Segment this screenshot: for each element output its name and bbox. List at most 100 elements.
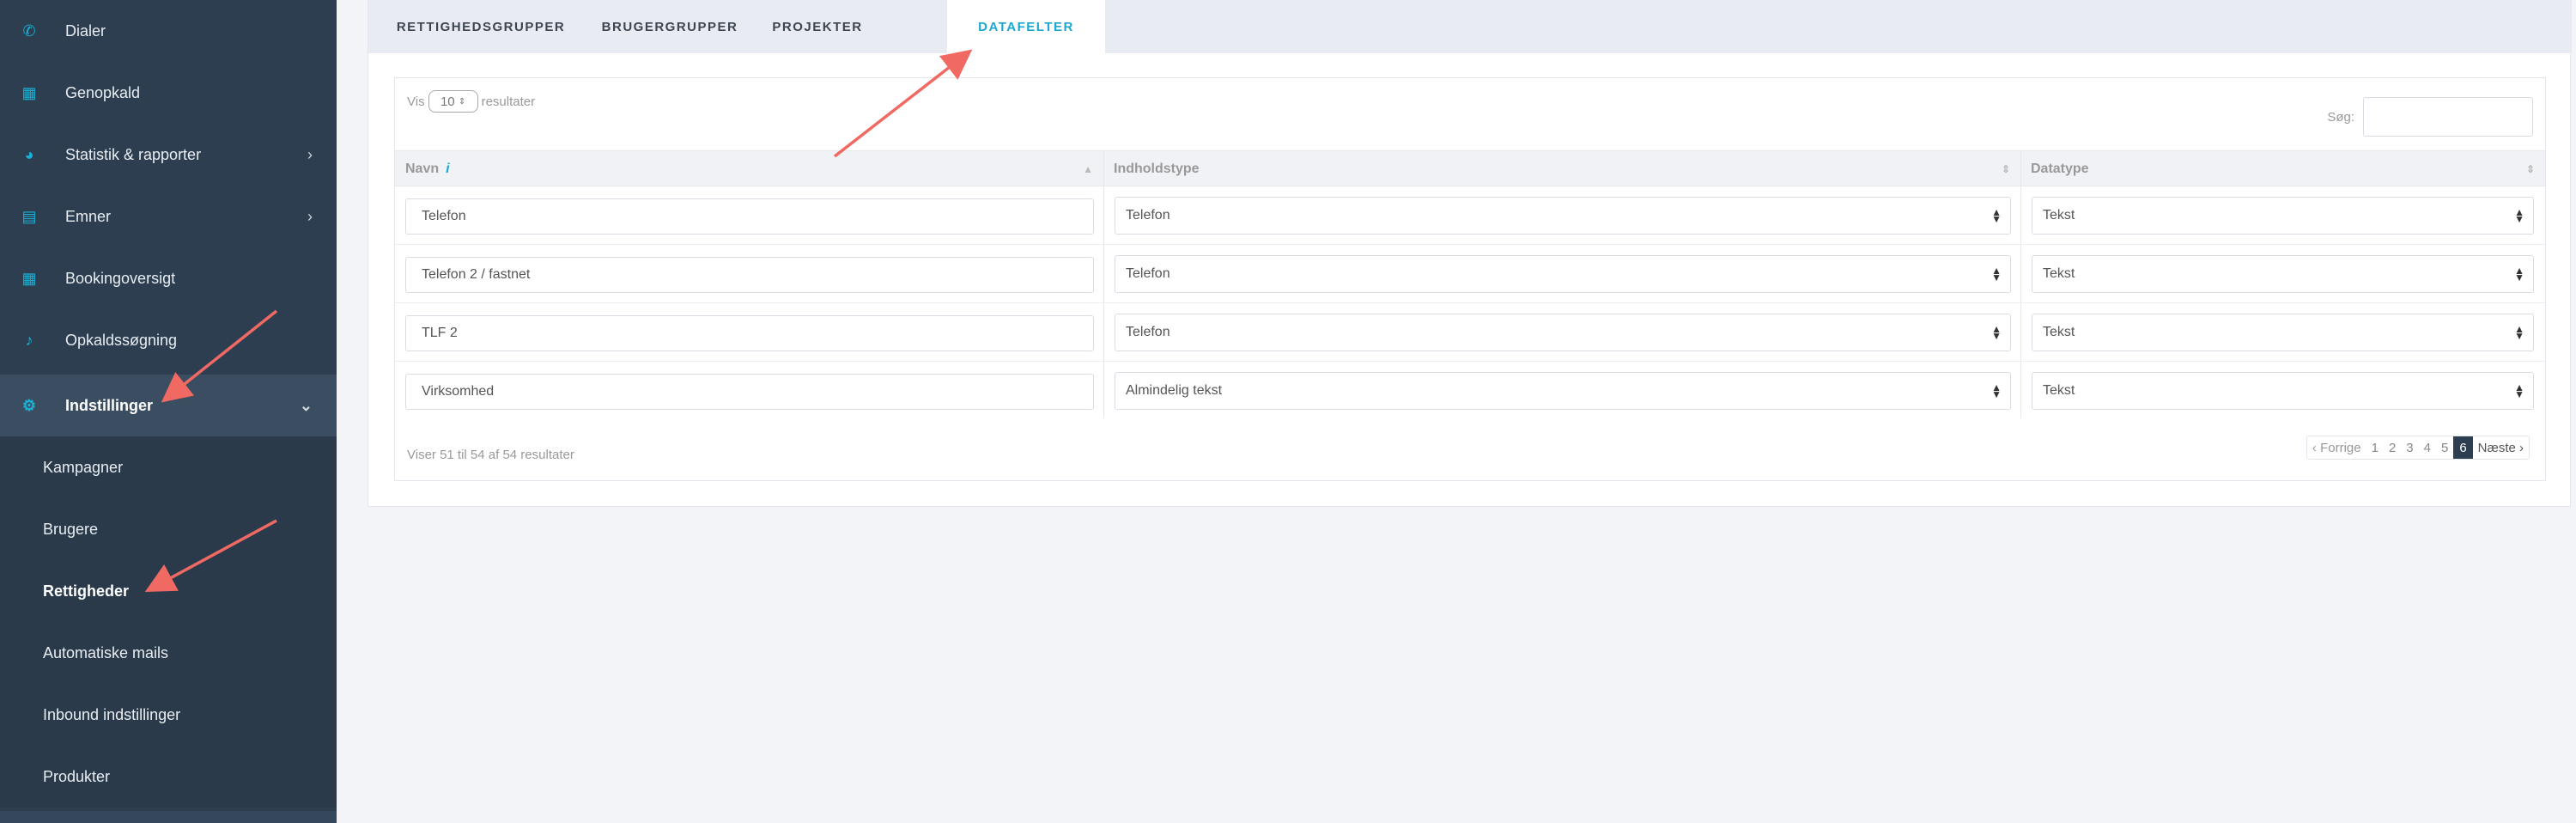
content-type-value: Telefon <box>1126 208 1170 223</box>
column-header-indholdstype[interactable]: Indholdstype ⇕ <box>1103 151 2020 187</box>
name-value: TLF 2 <box>422 326 458 340</box>
sidebar-subitem-label: Brugere <box>43 520 99 538</box>
column-label: Indholdstype <box>1114 162 1200 176</box>
sidebar-item-genopkald[interactable]: ▦ Genopkald <box>0 62 337 124</box>
name-input[interactable]: TLF 2 <box>405 315 1094 351</box>
select-arrows-icon: ▲ ▼ <box>1991 381 2002 400</box>
tab-rettighedsgrupper[interactable]: RETTIGHEDSGRUPPER <box>368 0 593 53</box>
calendar-icon: ▦ <box>21 269 37 287</box>
content-type-value: Telefon <box>1126 266 1170 281</box>
sort-icon: ⇕ <box>2001 163 2010 175</box>
pagination-page[interactable]: 2 <box>2384 436 2401 459</box>
select-arrows-icon: ▲ ▼ <box>1991 206 2002 225</box>
calendar-icon: ▦ <box>21 83 37 101</box>
pagination-previous[interactable]: ‹ Forrige <box>2307 436 2366 459</box>
select-arrows-icon: ▲ ▼ <box>1991 323 2002 342</box>
sidebar-subitem-produkter[interactable]: Produkter <box>0 746 337 808</box>
chevron-right-icon: › <box>307 207 313 225</box>
sidebar-subitem-label: Kampagner <box>43 458 124 476</box>
data-type-value: Tekst <box>2043 383 2075 398</box>
pagination-page[interactable]: 5 <box>2436 436 2453 459</box>
sidebar-subitem-automatiske-mails[interactable]: Automatiske mails <box>0 622 337 684</box>
search-input[interactable] <box>2363 97 2533 137</box>
tab-brugergrupper[interactable]: BRUGERGRUPPER <box>593 0 746 53</box>
data-type-value: Tekst <box>2043 325 2075 339</box>
data-type-select[interactable]: Tekst ▲ ▼ <box>2032 372 2534 410</box>
search-control: Søg: <box>2327 97 2533 137</box>
pagination-page[interactable]: 1 <box>2366 436 2384 459</box>
sidebar-item-label: Emner <box>65 207 112 225</box>
sidebar-item-label: Genopkald <box>65 83 141 101</box>
sidebar-item-label: Statistik & rapporter <box>65 145 202 163</box>
sidebar-item-label: Indstillinger <box>65 396 154 414</box>
chevron-down-icon: ⌄ <box>299 396 313 414</box>
column-label: Navn <box>405 162 440 176</box>
table-row: Telefon 2 / fastnet Telefon ▲ ▼ Tekst ▲ ▼ <box>395 245 2545 303</box>
name-input[interactable]: Telefon <box>405 198 1094 235</box>
sidebar-item-indstillinger[interactable]: ⚙ Indstillinger ⌄ <box>0 375 337 436</box>
sidebar-subitem-label: Automatiske mails <box>43 643 169 661</box>
name-input[interactable]: Telefon 2 / fastnet <box>405 257 1094 293</box>
sidebar-subitem-kampagner[interactable]: Kampagner <box>0 436 337 498</box>
page-length-select[interactable]: 10 ⇕ <box>428 90 478 113</box>
name-input[interactable]: Virksomhed <box>405 374 1094 410</box>
table-row: Telefon Telefon ▲ ▼ Tekst ▲ ▼ <box>395 186 2545 245</box>
search-label: Søg: <box>2327 109 2354 125</box>
sidebar-item-dialer[interactable]: ✆ Dialer <box>0 0 337 62</box>
sort-icon: ⇕ <box>2525 163 2535 175</box>
content-type-select[interactable]: Telefon ▲ ▼ <box>1115 197 2011 235</box>
info-icon[interactable]: i <box>446 162 449 177</box>
pagination: ‹ Forrige 1 2 3 4 5 6 Næste › <box>2306 436 2530 460</box>
column-header-navn[interactable]: Navn i ▲ <box>395 151 1103 187</box>
content-type-value: Almindelig tekst <box>1126 383 1223 398</box>
content-type-select[interactable]: Telefon ▲ ▼ <box>1115 314 2011 351</box>
sidebar-item-bookingoversigt[interactable]: ▦ Bookingoversigt <box>0 247 337 309</box>
datafelter-table: Vis 10 ⇕ resultater Søg: Navn i ▲ Indhol… <box>394 77 2546 481</box>
select-arrows-icon: ▲ ▼ <box>1991 265 2002 283</box>
pie-chart-icon: ◕ <box>24 145 34 163</box>
sidebar-footer <box>0 811 337 823</box>
tab-projekter[interactable]: PROJEKTER <box>746 0 889 53</box>
pagination-page[interactable]: 3 <box>2401 436 2418 459</box>
select-arrows-icon: ▲ ▼ <box>2514 206 2524 225</box>
sidebar-subitem-label: Produkter <box>43 767 111 785</box>
content-type-select[interactable]: Almindelig tekst ▲ ▼ <box>1115 372 2011 410</box>
gear-icon: ⚙ <box>21 396 37 414</box>
page-length-control: Vis 10 ⇕ resultater <box>407 90 535 113</box>
data-type-select[interactable]: Tekst ▲ ▼ <box>2032 255 2534 293</box>
column-header-datatype[interactable]: Datatype ⇕ <box>2020 151 2545 187</box>
sidebar-item-emner[interactable]: ▤ Emner › <box>0 186 337 247</box>
column-label: Datatype <box>2031 162 2089 176</box>
pagination-page[interactable]: 4 <box>2419 436 2436 459</box>
tab-datafelter[interactable]: DATAFELTER <box>947 0 1105 53</box>
sidebar-item-label: Dialer <box>65 21 106 40</box>
microphone-icon: ♪ <box>25 331 33 349</box>
tab-bar: RETTIGHEDSGRUPPER BRUGERGRUPPER PROJEKTE… <box>368 0 2572 53</box>
sidebar-subitem-label: Rettigheder <box>43 582 130 600</box>
sidebar-item-opkaldssogning[interactable]: ♪ Opkaldssøgning <box>0 309 337 371</box>
pagination-next[interactable]: Næste › <box>2473 436 2529 459</box>
table-row: TLF 2 Telefon ▲ ▼ Tekst ▲ ▼ <box>395 303 2545 362</box>
select-arrows-icon: ▲ ▼ <box>2514 265 2524 283</box>
data-type-select[interactable]: Tekst ▲ ▼ <box>2032 197 2534 235</box>
pagination-page-current[interactable]: 6 <box>2453 436 2473 459</box>
sidebar-item-label: Bookingoversigt <box>65 269 176 287</box>
sidebar-subitem-brugere[interactable]: Brugere <box>0 498 337 560</box>
sidebar: ✆ Dialer ▦ Genopkald ◕ Statistik & rappo… <box>0 0 337 823</box>
length-suffix: resultater <box>481 94 536 109</box>
content-type-select[interactable]: Telefon ▲ ▼ <box>1115 255 2011 293</box>
sidebar-subitem-inbound[interactable]: Inbound indstillinger <box>0 684 337 746</box>
data-type-value: Tekst <box>2043 208 2075 223</box>
data-type-select[interactable]: Tekst ▲ ▼ <box>2032 314 2534 351</box>
archive-icon: ▤ <box>21 207 37 225</box>
phone-icon: ✆ <box>22 21 36 40</box>
sidebar-item-statistik[interactable]: ◕ Statistik & rapporter › <box>0 124 337 186</box>
name-value: Telefon <box>422 209 466 223</box>
table-info: Viser 51 til 54 af 54 resultater <box>407 448 574 462</box>
page-length-value: 10 <box>440 94 455 109</box>
sort-asc-icon: ▲ <box>1083 163 1093 175</box>
sidebar-subitem-label: Inbound indstillinger <box>43 705 181 723</box>
sidebar-subitem-rettigheder[interactable]: Rettigheder <box>0 560 337 622</box>
table-row: Virksomhed Almindelig tekst ▲ ▼ Tekst ▲ ▼ <box>395 362 2545 420</box>
data-type-value: Tekst <box>2043 266 2075 281</box>
